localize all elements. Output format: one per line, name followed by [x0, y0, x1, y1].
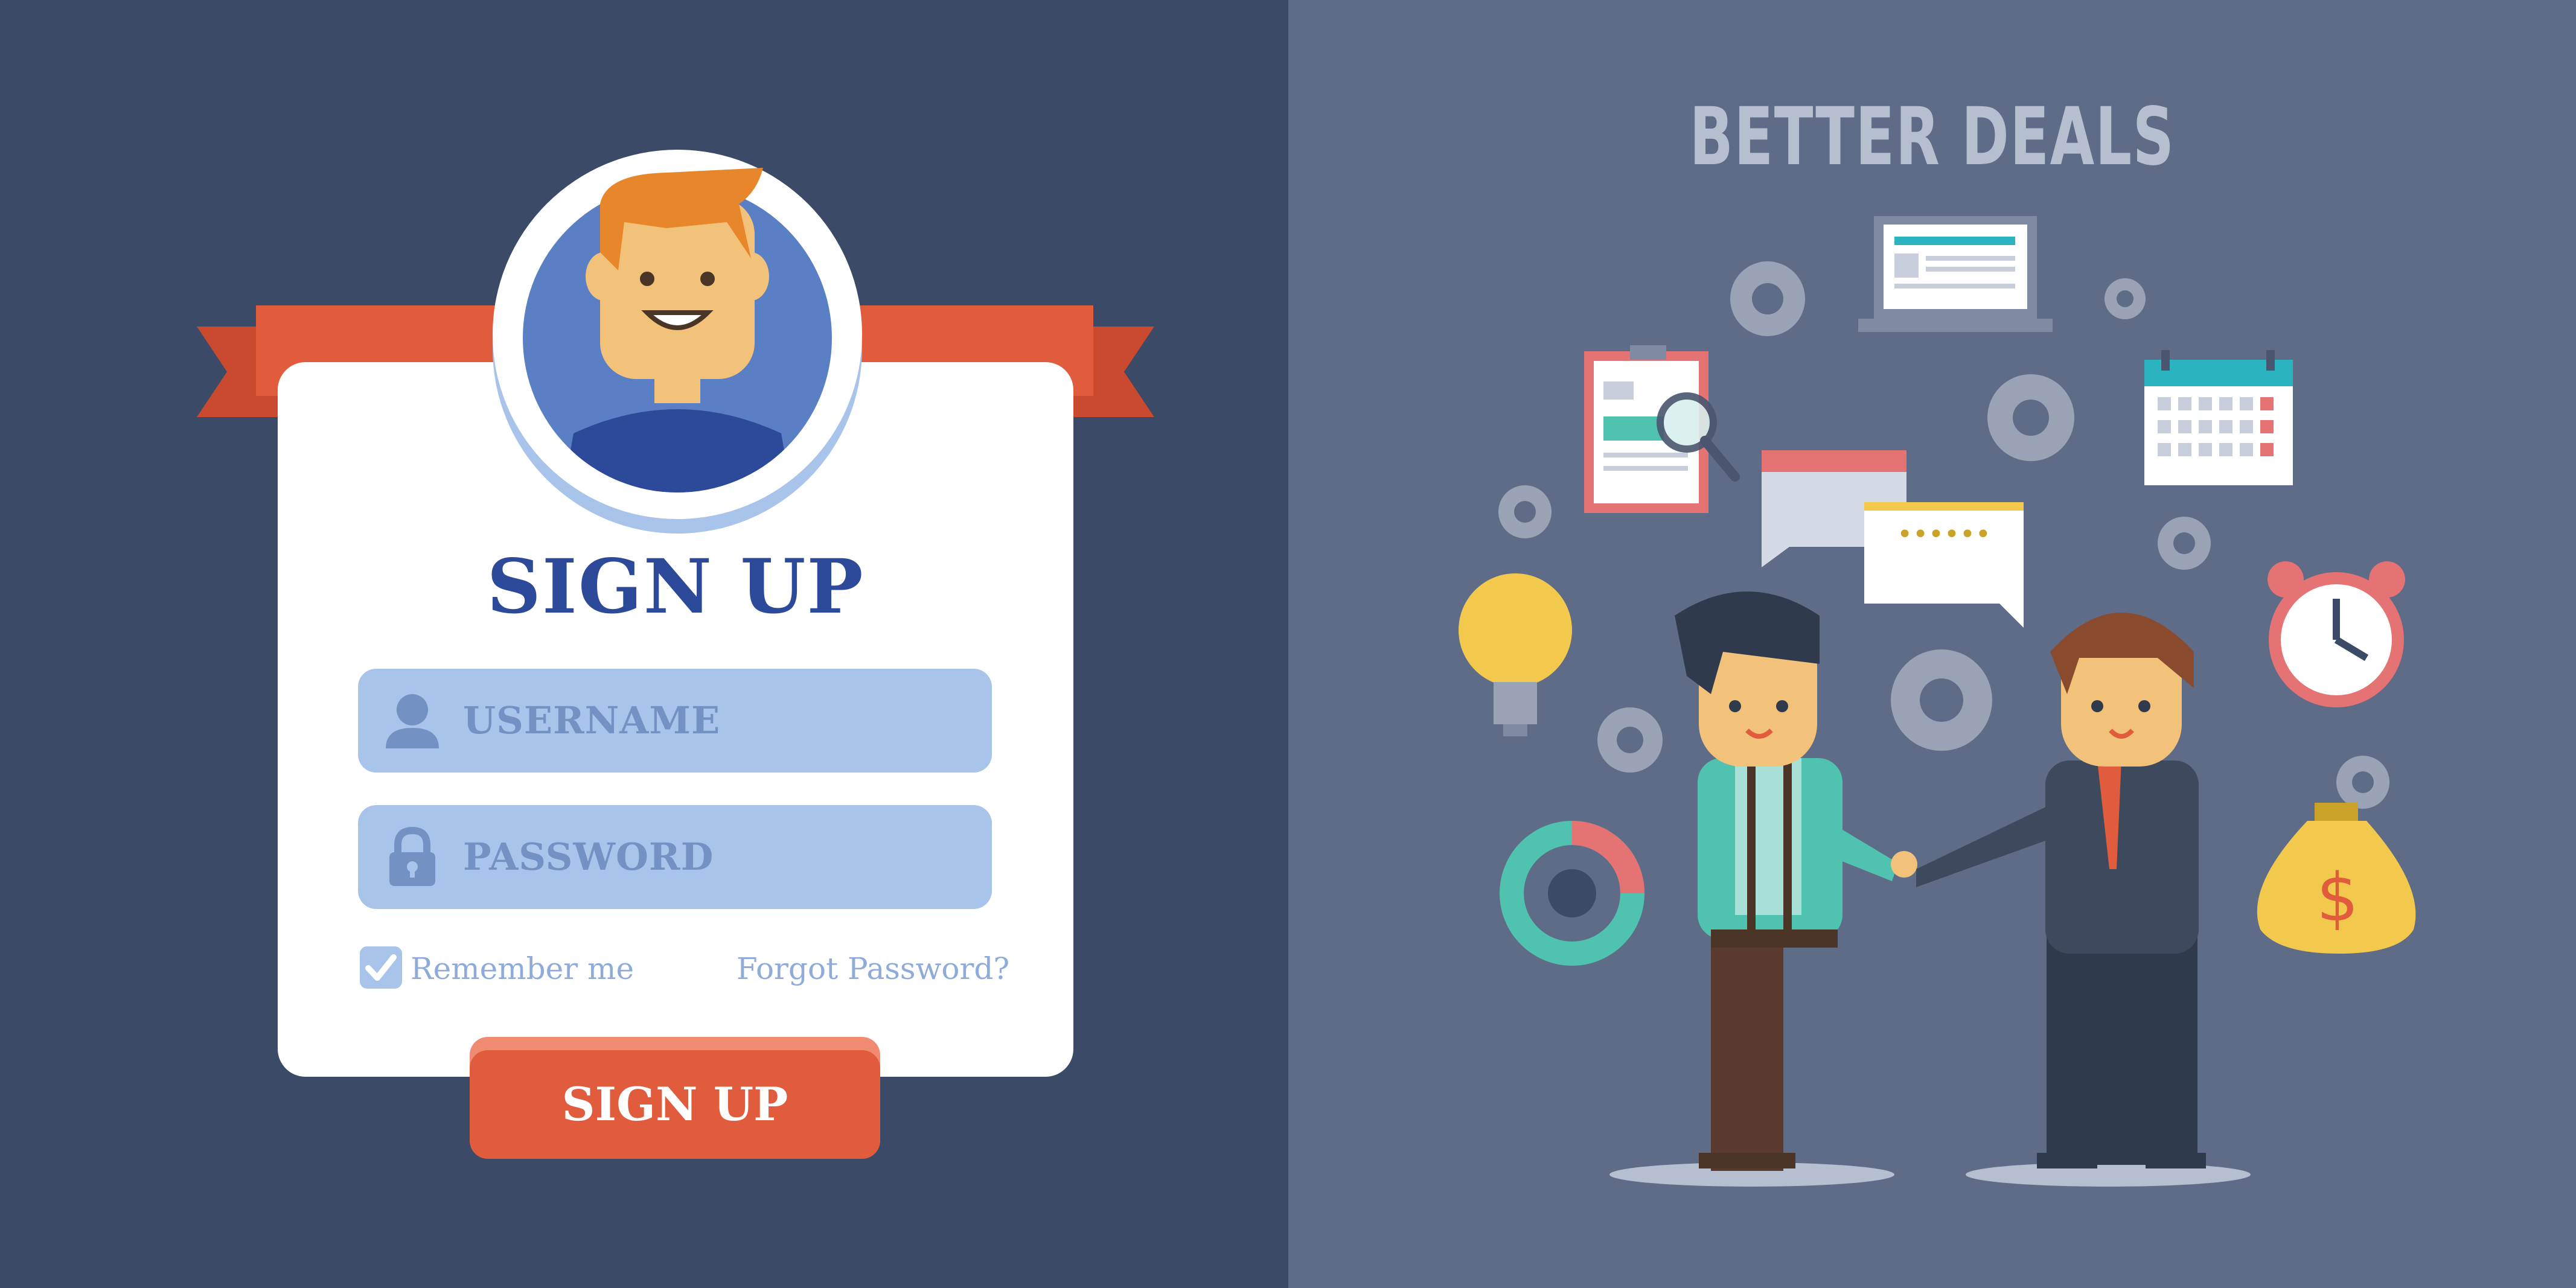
password-dots: •••••• — [1897, 519, 1991, 550]
money-bag-icon: $ — [2257, 803, 2416, 954]
lightbulb-icon — [1459, 573, 1572, 736]
gear-icon — [1987, 374, 2074, 461]
signup-title: SIGN UP — [487, 543, 865, 631]
dollar-sign: $ — [2316, 859, 2359, 936]
forgot-password-link[interactable]: Forgot Password? — [737, 946, 1009, 991]
alarm-clock-icon — [2268, 561, 2405, 707]
remember-label: Remember me — [411, 951, 634, 986]
password-field[interactable]: PASSWORD — [358, 805, 992, 909]
username-placeholder: USERNAME — [463, 698, 721, 742]
password-placeholder: PASSWORD — [463, 835, 714, 879]
check-icon — [365, 954, 397, 981]
signup-button[interactable]: SIGN UP — [470, 1050, 880, 1159]
gear-icon — [2336, 756, 2389, 809]
clipboard-search-icon — [1584, 345, 1740, 513]
user-icon — [386, 694, 439, 748]
donut-chart-icon — [1500, 821, 1644, 966]
remember-checkbox[interactable] — [360, 946, 402, 989]
password-bubble-icon: •••••• — [1864, 502, 2024, 628]
gear-icon — [1891, 649, 1992, 751]
gear-icon — [2158, 517, 2211, 570]
laptop-icon — [1858, 216, 2053, 332]
businessman-left — [1675, 591, 1917, 1171]
calendar-icon — [2144, 350, 2293, 485]
business-illustration: •••••• $ — [1459, 216, 2416, 1187]
lock-icon — [389, 827, 435, 886]
user-avatar — [493, 150, 862, 534]
gear-icon — [1730, 261, 1805, 336]
username-field[interactable]: USERNAME — [358, 669, 992, 773]
gear-icon — [2105, 278, 2146, 319]
gear-icon — [1597, 707, 1663, 773]
gear-icon — [1498, 485, 1552, 538]
